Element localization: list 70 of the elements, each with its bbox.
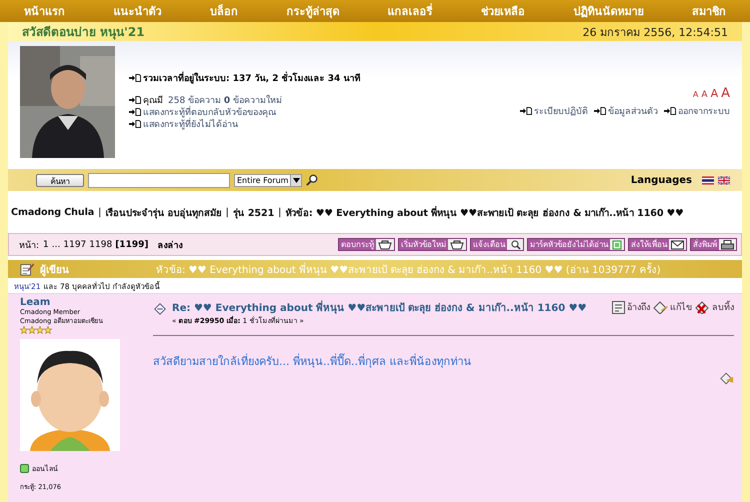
post-action-link[interactable]: ลบทิ้ง [695,300,734,314]
account-link[interactable]: ระเบียบปฏิบัติ [534,104,588,118]
delete-icon [695,300,710,314]
go-down-link[interactable]: ลงล่าง [157,238,182,252]
search-icon[interactable] [306,174,318,186]
breadcrumb-link[interactable]: หัวข้อ: ♥♥ Everything about พี่หนุน ♥♥สะพายเป้ ตะลุย ฮ่องกง & มาเก๊า..หน้า 1160 ♥♥ [285,204,684,220]
separator: | [226,206,229,218]
scope-dropdown[interactable]: Entire Forum [234,174,302,186]
arrow-page-icon [129,96,141,104]
account-link[interactable]: ข้อมูลส่วนตัว [608,104,658,118]
search-button[interactable]: ค้นหา [36,174,84,186]
toolbar-button[interactable]: ตอบกระทู้ [338,238,395,251]
breadcrumb-link[interactable]: เรือนประจำรุ่น อบอุ่นทุกสมัย [105,204,222,220]
messages-label: คุณมี [143,94,163,106]
author-column-label: ผู้เขียน [40,263,70,276]
page-link[interactable]: 1198 [89,240,112,250]
report-icon[interactable] [720,372,734,385]
arrow-page-icon [664,107,676,115]
envelope-icon [671,240,684,250]
printer-icon [721,240,734,250]
search-field[interactable] [88,172,230,188]
font-size-link[interactable]: A [692,90,698,99]
font-size-link[interactable]: A [701,90,708,100]
page-link[interactable]: ... [52,240,60,250]
post-action-link[interactable]: แก้ไข [653,300,692,314]
breadcrumb-link[interactable]: Cmadong Chula [11,206,94,218]
arrow-page-icon [520,107,532,115]
thai-flag-icon[interactable] [702,176,714,184]
breadcrumb-link[interactable]: รุ่น 2521 [232,204,274,220]
toolbar-button[interactable]: ส่งให้เพื่อน [628,238,687,251]
user-link[interactable]: แสดงกระทู้ที่ยังไม่ได้อ่าน [143,117,238,131]
caret-icon [292,178,300,182]
greeting-text: สวัสดีตอนบ่าย หนุน'21 [22,24,145,41]
messages-link[interactable]: 258 ข้อความ 0 ข้อความใหม่ [168,93,282,107]
toolbar-button[interactable]: มาร์คหัวข้อยังไม่ได้อ่าน [527,238,625,251]
toolbar-button[interactable]: แจ้งเตือน [470,238,524,251]
page-link[interactable]: 1 [43,240,49,250]
page-link[interactable]: [1199] [115,240,148,250]
pages-label: หน้า: [19,240,40,252]
post-action-link[interactable]: อ้างถึง [612,300,650,314]
document-icon [612,300,625,314]
font-size-link[interactable]: A [710,87,718,100]
toolbar-button[interactable]: เริ่มหัวข้อใหม่ [398,238,467,251]
post-body-text: สวัสดียามสายใกล้เที่ยงครับ... พี่หนุน..พี่ปี๊ด..พี่กุศล และพี่น้องทุกท่าน [153,355,472,368]
tray-icon [450,240,464,250]
account-link[interactable]: ออกจากระบบ [678,104,730,118]
separator: | [278,206,282,218]
pencil-icon [653,300,668,314]
document-pencil-icon [20,262,34,276]
post-icon [153,302,167,316]
user-link[interactable]: แสดงกระทู้ที่ตอบกลับหัวข้อของคุณ [143,105,276,119]
post-subject[interactable]: Re: ♥♥ Everything about พี่หนุน ♥♥สะพายเป้ ตะลุย ฮ่องกง & มาเก๊า..หน้า 1160 ♥♥ [172,300,587,315]
toolbar-button[interactable]: สั่งพิมพ์ [690,238,737,251]
magnifier-icon [509,240,521,250]
arrow-page-icon [129,108,141,116]
languages-label: Languages [630,174,692,186]
arrow-page-icon [129,74,141,82]
arrow-page-icon [594,107,606,115]
arrow-page-icon [129,120,141,128]
font-size-link[interactable]: A [721,86,730,101]
square-icon [612,240,622,250]
separator: | [98,206,102,218]
online-status-icon [20,464,29,473]
online-time-text: รวมเวลาที่อยู่ในระบบ: 137 วัน, 2 ชั่วโมงและ 34 นาที [143,71,360,85]
page-link[interactable]: 1197 [63,240,86,250]
topic-title: หัวข้อ: ♥♥ Everything about พี่หนุน ♥♥สะพายเป้ ตะลุย ฮ่องกง & มาเก๊า..หน้า 1160 ♥♥ (อ่าน 1039777 ครั้ง) [156,262,661,276]
author-name[interactable]: Leam [20,297,135,308]
date-time: 26 มกราคม 2556, 12:54:51 [582,24,728,40]
tray-icon [378,240,392,250]
uk-flag-icon[interactable] [718,176,730,184]
